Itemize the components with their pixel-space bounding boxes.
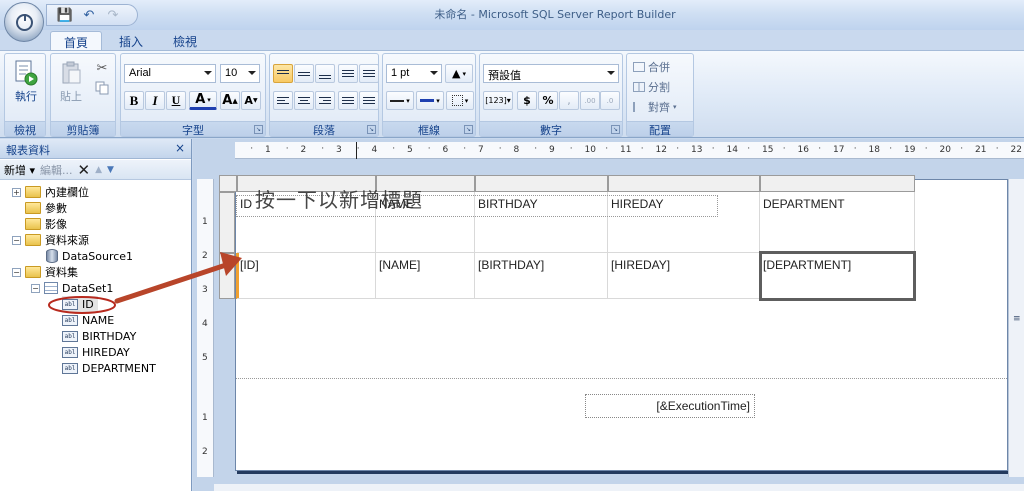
annotation-overlay	[48, 252, 242, 314]
arrow-head-icon	[220, 252, 242, 276]
highlight-ellipse	[48, 296, 116, 314]
drag-arrow	[114, 260, 235, 304]
power-icon	[16, 14, 33, 31]
office-button[interactable]	[4, 2, 44, 42]
